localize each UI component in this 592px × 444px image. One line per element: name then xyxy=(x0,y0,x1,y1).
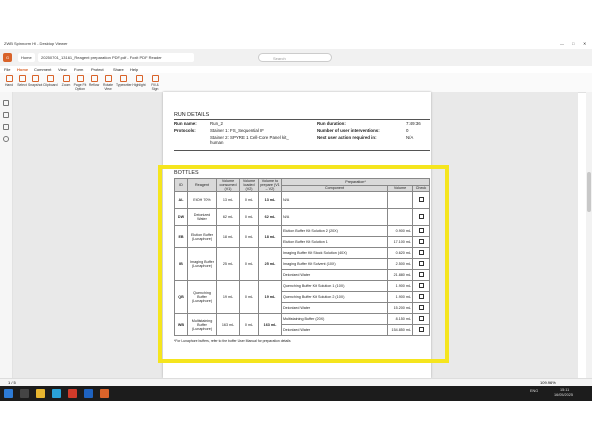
duration-label: Run duration: xyxy=(317,121,346,126)
reflow-label: Reflow xyxy=(88,83,100,87)
menu-bar: File Home Comment View Form Protect Shar… xyxy=(0,66,592,73)
page-fit-button[interactable]: Page Fit Option xyxy=(73,74,87,91)
edge-icon[interactable] xyxy=(52,389,61,398)
interventions-label: Number of user interventions: xyxy=(317,128,380,133)
tab-document[interactable]: 20250701_13161_Reagent preparation PDF.p… xyxy=(38,53,194,62)
divider xyxy=(174,119,430,120)
zoom-level[interactable]: 109.96% xyxy=(540,380,556,385)
rotate-icon xyxy=(104,75,112,82)
language-indicator[interactable]: ENG xyxy=(530,389,538,393)
menu-home[interactable]: Home xyxy=(17,67,28,72)
hand-icon xyxy=(5,75,13,82)
snapshot-label: Snapshot xyxy=(28,83,43,87)
typewriter-label: Typewriter xyxy=(116,83,132,87)
search-placeholder: Search xyxy=(273,56,286,61)
run-name-value: Run_2 xyxy=(210,121,223,126)
pen-icon xyxy=(151,75,159,82)
reflow-button[interactable]: Reflow xyxy=(87,74,101,91)
zoom-button[interactable]: Zoom xyxy=(59,74,73,91)
typewriter-icon xyxy=(119,75,127,82)
reflow-icon xyxy=(90,75,98,82)
highlight-icon xyxy=(135,75,143,82)
close-button[interactable]: ✕ xyxy=(583,41,586,46)
zoom-icon xyxy=(62,75,70,82)
page-indicator[interactable]: 1 / 5 xyxy=(8,380,16,385)
highlight-button[interactable]: Highlight xyxy=(132,74,146,91)
highlight-frame xyxy=(158,165,449,363)
menu-share[interactable]: Share xyxy=(113,67,124,72)
divider xyxy=(174,150,430,151)
minimize-button[interactable]: — xyxy=(560,41,564,46)
menu-protect[interactable]: Protect xyxy=(91,67,104,72)
menu-form[interactable]: Form xyxy=(74,67,83,72)
left-navigation-panel xyxy=(0,92,13,378)
tab-bar: G Home 20250701_13161_Reagent preparatio… xyxy=(0,49,592,67)
clipboard-button[interactable]: Clipboard xyxy=(43,74,58,91)
bookmark-icon[interactable] xyxy=(3,100,9,106)
fill-sign-button[interactable]: Fill & Sign xyxy=(148,74,162,91)
taskbar: ENG 15:11 16/05/2025 xyxy=(0,386,592,401)
rotate-view-button[interactable]: Rotate View xyxy=(101,74,115,91)
foxit-icon[interactable] xyxy=(100,389,109,398)
select-tool-button[interactable]: Select xyxy=(15,74,29,91)
tab-home[interactable]: Home xyxy=(18,53,35,62)
vertical-scrollbar[interactable] xyxy=(586,92,592,378)
typewriter-button[interactable]: Typewriter xyxy=(116,74,132,91)
menu-view[interactable]: View xyxy=(58,67,67,72)
run-name-label: Run name: xyxy=(174,121,197,126)
window-title-bar: ZWB Spinnorm Hl - Desktop Viewer — □ ✕ xyxy=(0,40,592,49)
word-icon[interactable] xyxy=(84,389,93,398)
rotate-view-label: Rotate View xyxy=(103,83,113,91)
pages-icon[interactable] xyxy=(3,112,9,118)
camera-icon xyxy=(31,75,39,82)
search-box[interactable]: Search xyxy=(258,53,332,62)
snapshot-button[interactable]: Snapshot xyxy=(28,74,42,91)
cursor-icon xyxy=(18,75,26,82)
protocols-label: Protocols: xyxy=(174,128,196,133)
run-details-heading: RUN DETAILS xyxy=(174,112,210,118)
page-fit-icon xyxy=(76,75,84,82)
clock-date[interactable]: 16/05/2025 xyxy=(554,393,573,397)
interventions-value: 0 xyxy=(406,128,409,133)
zoom-label: Zoom xyxy=(61,83,71,87)
comments-icon[interactable] xyxy=(3,124,9,130)
highlight-label: Highlight xyxy=(132,83,146,87)
search-icon[interactable] xyxy=(20,389,29,398)
windows-start-icon[interactable] xyxy=(4,389,13,398)
file-explorer-icon[interactable] xyxy=(36,389,45,398)
scrollbar-thumb[interactable] xyxy=(587,172,591,212)
hand-tool-button[interactable]: Hand xyxy=(2,74,16,91)
hand-label: Hand xyxy=(4,83,14,87)
app-icon[interactable] xyxy=(68,389,77,398)
clock-time[interactable]: 15:11 xyxy=(560,388,569,392)
select-label: Select xyxy=(17,83,27,87)
window-title: ZWB Spinnorm Hl - Desktop Viewer xyxy=(4,41,68,46)
fill-sign-label: Fill & Sign xyxy=(151,83,159,91)
menu-file[interactable]: File xyxy=(4,67,10,72)
next-action-label: Next user action required in: xyxy=(317,135,377,140)
next-action-value: N/A xyxy=(406,135,414,140)
page-fit-label: Page Fit Option xyxy=(73,83,87,91)
attachment-icon[interactable] xyxy=(3,136,9,142)
maximize-button[interactable]: □ xyxy=(572,41,574,46)
clipboard-label: Clipboard xyxy=(43,83,58,87)
ribbon-toolbar: Hand Select Snapshot Clipboard Zoom Page… xyxy=(0,73,592,93)
clipboard-icon xyxy=(46,75,54,82)
protocol-1: Stainer 1: FS_Sequential IF xyxy=(210,128,264,133)
menu-comment[interactable]: Comment xyxy=(34,67,51,72)
app-logo-icon[interactable]: G xyxy=(3,53,13,62)
menu-help[interactable]: Help xyxy=(130,67,138,72)
protocol-2-cont: human xyxy=(210,140,224,145)
duration-value: 7:49:36 xyxy=(406,121,421,126)
